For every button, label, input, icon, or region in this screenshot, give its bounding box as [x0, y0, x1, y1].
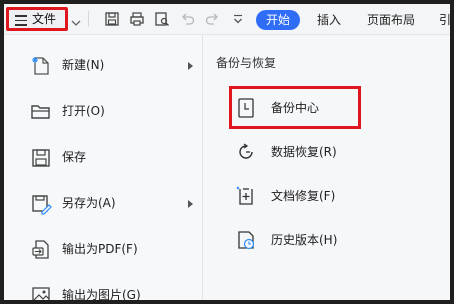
history-version-icon [235, 229, 257, 251]
document-repair-item[interactable]: 文档修复(F) [203, 174, 450, 218]
panel-title: 备份与恢复 [216, 56, 277, 70]
history-version-label: 历史版本(H) [271, 233, 338, 247]
document-repair-label: 文档修复(F) [271, 189, 336, 203]
menu-item-save[interactable]: 保存 [4, 135, 202, 181]
customize-toolbar-icon[interactable] [230, 11, 246, 27]
menu-item-label: 打开(O) [62, 104, 105, 118]
menu-item-new[interactable]: 新建(N) [4, 43, 202, 89]
history-version-item[interactable]: 历史版本(H) [203, 218, 450, 262]
menu-item-open[interactable]: 打开(O) [4, 89, 202, 135]
tab-insert[interactable]: 插入 [317, 10, 341, 30]
tab-references[interactable]: 引 [439, 10, 450, 30]
file-menu: 新建(N) 打开(O) 保存 另存为(A) 输出为PDF(F) 输出为图片(G) [4, 35, 203, 300]
toolbar: 文件 开始 插入 页面布局 引 [4, 4, 450, 35]
save-as-icon [30, 193, 52, 215]
redo-icon[interactable] [204, 11, 220, 27]
backup-recovery-panel: 备份与恢复 备份中心 数据恢复(R) 文档修复(F) 历史版本(H) [203, 35, 450, 300]
submenu-arrow-icon [188, 62, 193, 70]
print-preview-icon[interactable] [154, 11, 170, 27]
menu-item-label: 输出为图片(G) [62, 288, 141, 300]
highlight-box [229, 86, 361, 129]
menu-item-save-as[interactable]: 另存为(A) [4, 181, 202, 227]
tab-start[interactable]: 开始 [256, 10, 300, 30]
hamburger-icon [15, 15, 27, 26]
file-menu-label: 文件 [32, 12, 57, 26]
export-pdf-icon [30, 239, 52, 261]
data-recovery-item[interactable]: 数据恢复(R) [203, 130, 450, 174]
menu-item-export-pdf[interactable]: 输出为PDF(F) [4, 227, 202, 273]
menu-item-label: 新建(N) [62, 58, 105, 72]
new-file-icon [30, 55, 52, 77]
save-icon [30, 147, 52, 169]
export-image-icon [30, 285, 52, 300]
undo-icon[interactable] [180, 11, 196, 27]
tab-page-layout[interactable]: 页面布局 [367, 10, 415, 30]
menu-item-export-image[interactable]: 输出为图片(G) [4, 273, 202, 300]
toolbar-divider [88, 11, 89, 27]
data-recovery-icon [235, 141, 257, 163]
folder-open-icon [30, 101, 52, 123]
data-recovery-label: 数据恢复(R) [271, 145, 337, 159]
file-menu-button[interactable]: 文件 [6, 7, 68, 31]
app-window: 文件 开始 插入 页面布局 引 新建(N) 打开(O) 保存 另存为(A) 输出… [4, 4, 450, 300]
save-icon[interactable] [104, 11, 120, 27]
print-icon[interactable] [129, 11, 145, 27]
document-repair-icon [235, 185, 257, 207]
menu-item-label: 输出为PDF(F) [62, 242, 138, 256]
chevron-down-icon[interactable] [71, 13, 81, 26]
menu-item-label: 另存为(A) [62, 196, 116, 210]
submenu-arrow-icon [188, 200, 193, 208]
menu-item-label: 保存 [62, 150, 87, 164]
